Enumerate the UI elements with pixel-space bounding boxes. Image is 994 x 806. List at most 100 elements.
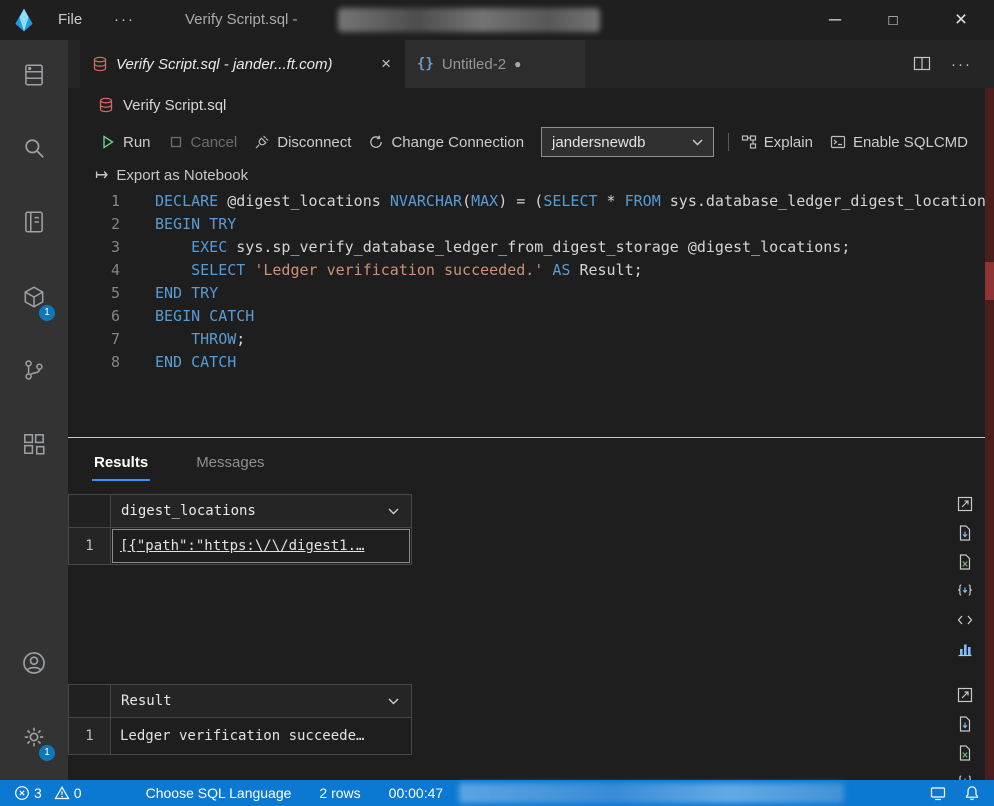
line-number: 1	[68, 190, 120, 213]
title-bar: File ··· Verify Script.sql - ─ □ ×	[0, 0, 994, 40]
explain-button[interactable]: Explain	[741, 134, 813, 151]
chart-icon[interactable]	[956, 640, 974, 658]
editor-overview-ruler[interactable]	[985, 88, 994, 780]
table-row: 1 Ledger verification succeede…	[69, 718, 411, 754]
enable-sqlcmd-button[interactable]: Enable SQLCMD	[830, 134, 968, 151]
code-line[interactable]: 5END TRY	[68, 282, 985, 305]
row-number-cell[interactable]: 1	[69, 718, 111, 754]
split-editor-icon[interactable]	[913, 55, 931, 73]
result-cell[interactable]: Ledger verification succeede…	[111, 718, 411, 754]
results-grid-result: Result 1 Ledger verification succeede…	[68, 684, 412, 755]
messages-tab-label: Messages	[196, 454, 264, 471]
export-as-notebook-button[interactable]: ↦ Export as Notebook	[68, 162, 248, 188]
search-icon	[21, 135, 47, 161]
tab-label: Verify Script.sql - jander...ft.com)	[116, 56, 371, 73]
toolbar-separator	[728, 133, 729, 151]
connection-dropdown[interactable]: jandersnewdb	[541, 127, 714, 157]
line-number: 5	[68, 282, 120, 305]
problems-indicator[interactable]: 3 0	[14, 785, 90, 801]
sidebar-item-extensions[interactable]	[0, 420, 68, 468]
disconnect-button[interactable]: Disconnect	[254, 134, 351, 151]
column-header[interactable]: digest_locations	[111, 495, 411, 527]
save-as-excel-icon[interactable]	[956, 553, 974, 571]
run-button[interactable]: Run	[100, 134, 151, 151]
tab-untitled-2[interactable]: {} Untitled-2 ●	[405, 40, 585, 88]
sidebar-item-source-control[interactable]	[0, 346, 68, 394]
line-number: 3	[68, 236, 120, 259]
save-as-excel-icon[interactable]	[956, 744, 974, 762]
tab-messages[interactable]: Messages	[194, 450, 266, 479]
status-bar: 3 0 Choose SQL Language 2 rows 00:00:47	[0, 780, 994, 806]
error-count: 3	[34, 785, 42, 801]
code-line[interactable]: 1DECLARE @digest_locations NVARCHAR(MAX)…	[68, 190, 985, 213]
results-panel-tabs: Results Messages	[68, 450, 985, 486]
code-line[interactable]: 8END CATCH	[68, 351, 985, 374]
elapsed-time-label: 00:00:47	[389, 785, 444, 801]
server-icon	[21, 62, 47, 88]
minimize-button[interactable]: ─	[812, 0, 858, 40]
account-icon	[20, 649, 48, 677]
save-as-csv-icon[interactable]	[956, 715, 974, 733]
account-button[interactable]	[0, 639, 68, 687]
maximize-grid-icon[interactable]	[956, 686, 974, 704]
close-button[interactable]: ×	[938, 0, 984, 40]
sidebar-item-objects[interactable]: 1	[0, 273, 68, 321]
more-actions-icon[interactable]: ···	[951, 56, 972, 73]
save-as-xml-icon[interactable]	[956, 611, 974, 629]
code-line[interactable]: 3 EXEC sys.sp_verify_database_ledger_fro…	[68, 236, 985, 259]
grid-corner-cell[interactable]	[69, 495, 111, 527]
panel-resize-sash[interactable]	[68, 437, 985, 438]
code-line[interactable]: 6BEGIN CATCH	[68, 305, 985, 328]
notebook-icon	[21, 209, 47, 235]
code-editor[interactable]: 1DECLARE @digest_locations NVARCHAR(MAX)…	[68, 190, 985, 436]
dirty-indicator: ●	[514, 57, 521, 71]
sidebar-item-connections[interactable]	[0, 51, 68, 99]
grid-header-row: Result	[69, 685, 411, 718]
language-label: Choose SQL Language	[146, 785, 292, 801]
settings-button[interactable]: 1	[0, 713, 68, 761]
row-number-cell[interactable]: 1	[69, 528, 111, 564]
sidebar-item-notebooks[interactable]	[0, 198, 68, 246]
row-count-status[interactable]: 2 rows	[319, 785, 360, 801]
maximize-button[interactable]: □	[870, 0, 916, 40]
scrollbar-thumb[interactable]	[985, 262, 994, 300]
language-mode-button[interactable]: Choose SQL Language	[146, 785, 292, 801]
grid-corner-cell[interactable]	[69, 685, 111, 717]
menu-more-icon[interactable]: ···	[108, 0, 141, 40]
extensions-icon	[21, 431, 47, 457]
code-line[interactable]: 4 SELECT 'Ledger verification succeeded.…	[68, 259, 985, 282]
tab-results[interactable]: Results	[92, 450, 150, 481]
cell-value: Ledger verification succeede…	[120, 728, 364, 744]
window-title: Verify Script.sql -	[185, 0, 298, 40]
editor-breadcrumb: Verify Script.sql	[68, 88, 985, 122]
tab-close-icon[interactable]: ×	[379, 54, 393, 74]
bell-icon[interactable]	[964, 785, 980, 801]
grid-toolbar	[950, 686, 980, 791]
warning-count: 0	[74, 785, 82, 801]
line-number: 8	[68, 351, 120, 374]
maximize-grid-icon[interactable]	[956, 495, 974, 513]
tab-verify-script[interactable]: Verify Script.sql - jander...ft.com) ×	[80, 40, 405, 88]
elapsed-time-status[interactable]: 00:00:47	[389, 785, 444, 801]
table-row: 1 [{"path":"https:\/\/digest1.…	[69, 528, 411, 564]
result-cell-link[interactable]: [{"path":"https:\/\/digest1.…	[111, 528, 411, 564]
grid-toolbar	[950, 495, 980, 658]
column-header-label: digest_locations	[121, 503, 256, 519]
menu-file[interactable]: File	[52, 0, 88, 40]
code-line[interactable]: 2BEGIN TRY	[68, 213, 985, 236]
error-icon	[14, 785, 30, 801]
save-as-json-icon[interactable]	[956, 582, 974, 600]
run-label: Run	[123, 134, 151, 151]
redacted-status-text	[459, 783, 844, 803]
save-as-csv-icon[interactable]	[956, 524, 974, 542]
cast-icon[interactable]	[930, 785, 946, 801]
cancel-button[interactable]: Cancel	[168, 134, 238, 151]
change-connection-button[interactable]: Change Connection	[368, 134, 524, 151]
query-plan-icon	[741, 134, 757, 150]
sidebar-item-search[interactable]	[0, 124, 68, 172]
chevron-down-icon	[692, 139, 703, 146]
chevron-down-icon	[388, 698, 399, 705]
explain-label: Explain	[764, 134, 813, 151]
column-header[interactable]: Result	[111, 685, 411, 717]
code-line[interactable]: 7 THROW;	[68, 328, 985, 351]
